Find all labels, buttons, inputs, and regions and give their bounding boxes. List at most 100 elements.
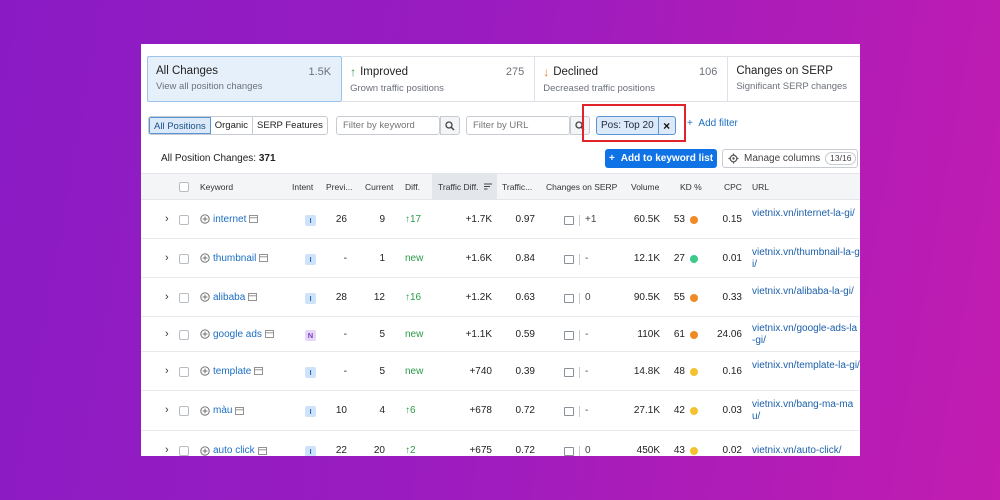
card-improved[interactable]: ↑ Improved Grown traffic positions 275 xyxy=(342,56,536,102)
keyword-link[interactable]: auto click xyxy=(213,445,255,456)
row-checkbox[interactable] xyxy=(179,446,189,456)
url-link[interactable]: vietnix.vn/template-la-gi/ xyxy=(752,360,860,372)
add-to-keyword-list-button[interactable]: + Add to keyword list xyxy=(605,149,717,168)
segment-all-positions[interactable]: All Positions xyxy=(149,117,211,134)
serp-snapshot-icon[interactable] xyxy=(564,367,574,377)
row-checkbox[interactable] xyxy=(179,329,189,340)
column-changes-on-serp[interactable]: Changes on SERP xyxy=(546,174,617,200)
column-keyword[interactable]: Keyword xyxy=(200,174,233,200)
add-circle-icon[interactable] xyxy=(200,214,210,224)
serp-snapshot-icon[interactable] xyxy=(564,407,574,416)
row-checkbox[interactable] xyxy=(179,253,189,264)
serp-snapshot-icon[interactable] xyxy=(564,447,574,456)
add-filter-button[interactable]: + Add filter xyxy=(687,118,738,129)
keyword-cell: auto click xyxy=(200,445,267,456)
serp-snapshot-icon[interactable] xyxy=(564,254,574,264)
keyword-link[interactable]: internet xyxy=(213,214,246,225)
column-diff[interactable]: Diff. xyxy=(405,174,420,200)
segment-organic[interactable]: Organic xyxy=(211,117,254,134)
column-cpc[interactable]: CPC xyxy=(724,174,742,200)
position-changes-count: All Position Changes: 371 xyxy=(161,153,276,164)
keyword-difficulty: 61 xyxy=(673,328,685,340)
row-checkbox[interactable] xyxy=(179,214,189,225)
column-intent[interactable]: Intent xyxy=(292,174,313,200)
url-link[interactable]: vietnix.vn/alibaba-la-gi/ xyxy=(752,286,860,298)
column-traffic-diff[interactable]: Traffic Diff. xyxy=(432,174,497,200)
chevron-right-icon[interactable]: › xyxy=(165,291,169,303)
keyword-cell: google ads xyxy=(200,329,274,340)
table-row[interactable]: › auto click I 22 20 ↑2 +675 0.72 0 450K… xyxy=(141,431,860,456)
add-circle-icon[interactable] xyxy=(200,366,210,376)
table-row[interactable]: › template I - 5 new +740 0.39 - 14.8K 4… xyxy=(141,352,860,391)
table-row[interactable]: › internet I 26 9 ↑17 +1.7K 0.97 +1 60.5… xyxy=(141,200,860,239)
serp-preview-icon[interactable] xyxy=(259,254,269,262)
serp-preview-icon[interactable] xyxy=(264,330,274,338)
keyword-difficulty: 53 xyxy=(673,213,685,225)
chevron-right-icon[interactable]: › xyxy=(165,404,169,416)
keyword-link[interactable]: google ads xyxy=(213,329,262,340)
card-changes-on-serp[interactable]: Changes on SERP Significant SERP changes xyxy=(728,56,860,102)
chevron-right-icon[interactable]: › xyxy=(165,328,169,340)
url-link[interactable]: vietnix.vn/thumbnail-la-gi/ xyxy=(752,247,860,271)
traffic-diff: +1.7K xyxy=(465,213,492,225)
keyword-link[interactable]: thumbnail xyxy=(213,253,256,264)
keyword-link[interactable]: template xyxy=(213,366,251,377)
chevron-right-icon[interactable]: › xyxy=(165,444,169,456)
serp-changes[interactable]: +1 xyxy=(585,214,596,225)
cpc-value: 24.06 xyxy=(716,328,742,340)
serp-snapshot-icon[interactable] xyxy=(564,215,574,225)
current-position: 5 xyxy=(379,328,385,340)
table-row[interactable]: › google ads N - 5 new +1.1K 0.59 - 110K… xyxy=(141,317,860,352)
divider xyxy=(579,329,580,341)
row-checkbox[interactable] xyxy=(179,292,189,303)
column-kd[interactable]: KD % xyxy=(680,174,702,200)
add-circle-icon[interactable] xyxy=(200,329,210,339)
serp-snapshot-icon[interactable] xyxy=(564,293,574,303)
keyword-link[interactable]: alibaba xyxy=(213,292,245,303)
serp-preview-icon[interactable] xyxy=(249,215,259,223)
traffic-share: 0.97 xyxy=(515,213,535,225)
serp-preview-icon[interactable] xyxy=(254,367,264,375)
segment-serp-features[interactable]: SERP Features xyxy=(253,117,327,134)
add-circle-icon[interactable] xyxy=(200,445,210,456)
url-link[interactable]: vietnix.vn/internet-la-gi/ xyxy=(752,208,860,220)
add-circle-icon[interactable] xyxy=(200,253,210,263)
url-link[interactable]: vietnix.vn/google-ads-la-gi/ xyxy=(752,323,860,347)
keyword-search-button[interactable] xyxy=(440,116,460,135)
chevron-right-icon[interactable]: › xyxy=(165,252,169,264)
cpc-value: 0.01 xyxy=(722,252,742,264)
chevron-right-icon[interactable]: › xyxy=(165,365,169,377)
column-traffic[interactable]: Traffic... xyxy=(502,174,532,200)
card-all-changes[interactable]: All Changes View all position changes 1.… xyxy=(147,56,343,102)
column-current[interactable]: Current xyxy=(365,174,393,200)
select-all-checkbox[interactable] xyxy=(179,182,189,192)
column-previous[interactable]: Previ... xyxy=(326,174,352,200)
url-filter-input[interactable] xyxy=(466,116,570,135)
keyword-link[interactable]: màu xyxy=(213,405,232,416)
table-header: Keyword Intent Previ... Current Diff. Tr… xyxy=(141,173,860,200)
serp-preview-icon[interactable] xyxy=(248,293,258,301)
table-row[interactable]: › màu I 10 4 ↑6 +678 0.72 - 27.1K 42 0.0… xyxy=(141,391,860,431)
previous-position: - xyxy=(343,365,347,377)
column-volume[interactable]: Volume xyxy=(631,174,659,200)
add-circle-icon[interactable] xyxy=(200,292,210,302)
manage-columns-button[interactable]: Manage columns 13/16 xyxy=(722,149,858,168)
table-row[interactable]: › thumbnail I - 1 new +1.6K 0.84 - 12.1K… xyxy=(141,239,860,278)
row-checkbox[interactable] xyxy=(179,406,189,416)
keyword-filter-input[interactable] xyxy=(336,116,440,135)
serp-preview-icon[interactable] xyxy=(257,446,267,455)
add-filter-label: Add filter xyxy=(698,118,738,129)
url-link[interactable]: vietnix.vn/auto-click/ xyxy=(752,445,860,456)
plus-icon: + xyxy=(608,153,615,164)
add-circle-icon[interactable] xyxy=(200,405,210,416)
serp-preview-icon[interactable] xyxy=(235,406,245,415)
column-url[interactable]: URL xyxy=(752,174,769,200)
card-declined[interactable]: ↓ Declined Decreased traffic positions 1… xyxy=(535,56,729,102)
url-link[interactable]: vietnix.vn/bang-ma-mau/ xyxy=(752,399,860,423)
difficulty-dot xyxy=(690,254,698,263)
chevron-right-icon[interactable]: › xyxy=(165,213,169,225)
row-checkbox[interactable] xyxy=(179,366,189,377)
search-volume: 12.1K xyxy=(633,252,660,264)
table-row[interactable]: › alibaba I 28 12 ↑16 +1.2K 0.63 0 90.5K… xyxy=(141,278,860,317)
serp-snapshot-icon[interactable] xyxy=(564,330,574,340)
